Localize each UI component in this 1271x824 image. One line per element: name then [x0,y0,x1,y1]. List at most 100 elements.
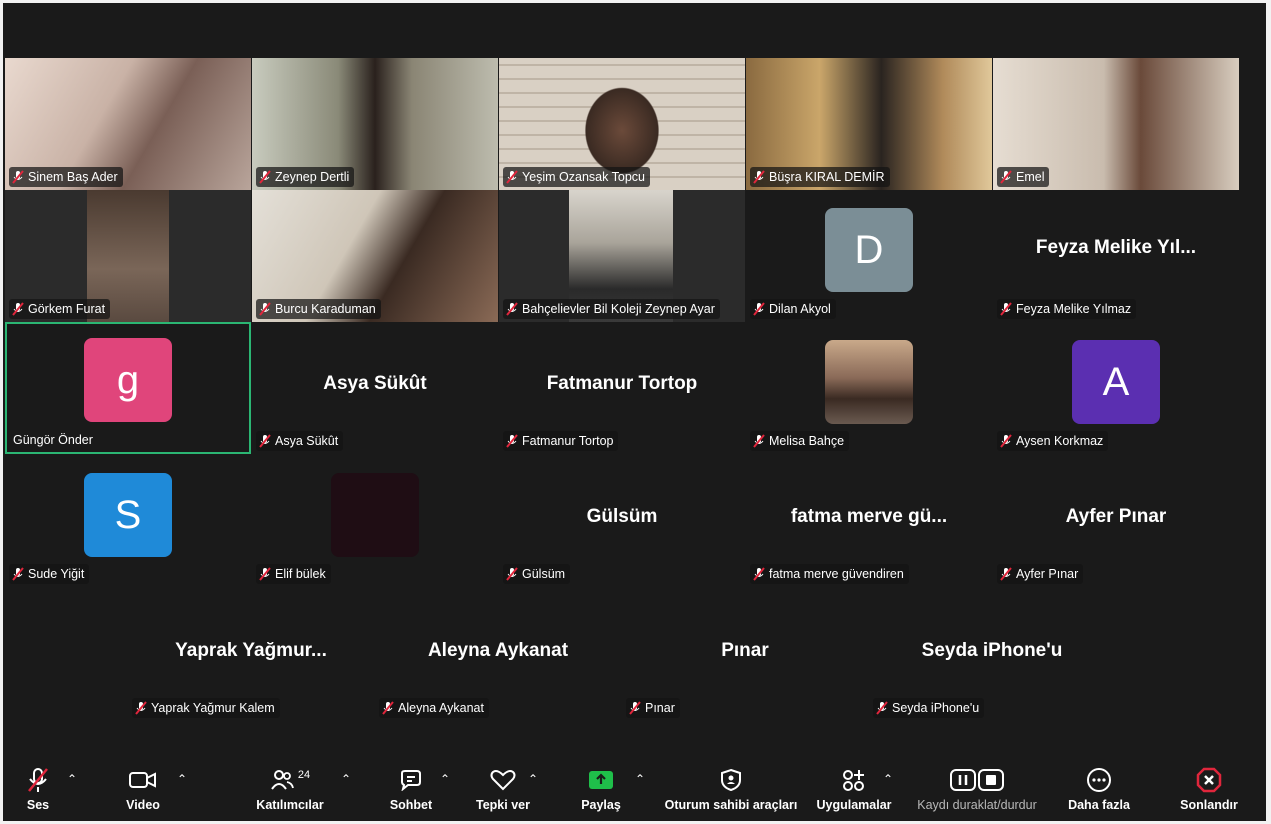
participants-label: Katılımcılar [256,798,324,812]
participant-tile[interactable]: A Aysen Korkmaz [993,322,1239,454]
participant-tile[interactable]: Büşra KIRAL DEMİR [746,58,992,190]
mic-muted-icon [629,701,641,715]
participant-display-name: Gülsüm [586,506,658,527]
host-tools-label: Oturum sahibi araçları [664,798,798,812]
meeting-window: Sinem Baş Ader Zeynep Dertli Yeşim Ozans… [3,3,1266,821]
participant-tile[interactable]: Sinem Baş Ader [5,58,251,190]
participant-name-label: Zeynep Dertli [256,167,355,187]
participant-name-label: Feyza Melike Yılmaz [997,299,1137,319]
participants-options-chevron-icon[interactable]: ⌃ [341,772,351,786]
participant-name-label: Aleyna Aykanat [379,698,489,718]
reactions-label: Tepki ver [476,798,530,812]
mic-muted-icon [12,170,24,184]
participant-name-label: Bahçelievler Bil Koleji Zeynep Ayar [503,299,720,319]
participant-tile[interactable]: Seyda iPhone'u Seyda iPhone'u [869,589,1115,721]
reactions-button[interactable]: Tepki ver [473,766,533,818]
participant-display-name: Seyda iPhone'u [921,640,1063,661]
heart-icon [490,766,516,794]
gallery-grid: Sinem Baş Ader Zeynep Dertli Yeşim Ozans… [3,3,1266,758]
mic-muted-icon [259,434,271,448]
participant-avatar: S [84,473,172,557]
participant-display-name: Pınar [721,640,769,661]
more-button[interactable]: Daha fazla [1061,766,1137,818]
participant-tile[interactable]: Bahçelievler Bil Koleji Zeynep Ayar [499,190,745,322]
meeting-toolbar: Ses ⌃ Video ⌃ 24 Katılımcılar ⌃ Sohbet ⌃ [3,758,1266,821]
more-options-icon [1086,766,1112,794]
apps-options-chevron-icon[interactable]: ⌃ [883,772,893,786]
participant-name-label: Pınar [626,698,680,718]
reactions-options-chevron-icon[interactable]: ⌃ [528,772,538,786]
mic-muted-icon [1000,567,1012,581]
shield-icon [720,766,742,794]
participant-name-label: Seyda iPhone'u [873,698,985,718]
video-options-chevron-icon[interactable]: ⌃ [177,772,187,786]
participant-display-name: Ayfer Pınar [1065,506,1167,527]
mic-muted-icon [1000,170,1012,184]
participant-name-label: Sinem Baş Ader [9,167,123,187]
chat-bubble-icon [399,766,423,794]
end-meeting-button[interactable]: Sonlandır [1171,766,1247,818]
mic-muted-icon [382,701,394,715]
participant-tile-active-speaker[interactable]: g Güngör Önder [5,322,251,454]
participant-tile[interactable]: Feyza Melike Yıl... Feyza Melike Yılmaz [993,190,1239,322]
participants-button[interactable]: 24 Katılımcılar [253,766,327,818]
participant-name-label: Büşra KIRAL DEMİR [750,167,890,187]
mic-muted-icon [506,302,518,316]
chat-button[interactable]: Sohbet [387,766,435,818]
mute-audio-button[interactable]: Ses [21,766,55,818]
participant-name-label: Yaprak Yağmur Kalem [132,698,280,718]
recording-pause-stop-button[interactable]: Kaydı duraklat/durdur [907,766,1047,818]
mic-muted-icon [506,170,518,184]
participant-tile[interactable]: Yeşim Ozansak Topcu [499,58,745,190]
participant-tile[interactable]: Emel [993,58,1239,190]
mic-muted-icon [506,567,518,581]
mic-muted-icon [1000,434,1012,448]
participant-name-label: Asya Sükût [256,431,344,451]
participant-display-name: Feyza Melike Yıl... [1035,237,1197,258]
participant-tile[interactable]: Ayfer Pınar Ayfer Pınar [993,455,1239,587]
participant-display-name: Yaprak Yağmur... [175,640,327,661]
participant-profile-photo [331,473,419,557]
participant-name-label: Ayfer Pınar [997,564,1084,584]
participant-name-label: Elif bülek [256,564,331,584]
participant-tile[interactable]: Pınar Pınar [622,589,868,721]
participant-tile[interactable]: Elif bülek [252,455,498,587]
participant-tile[interactable]: Fatmanur Tortop Fatmanur Tortop [499,322,745,454]
video-button[interactable]: Video [121,766,165,818]
mic-muted-icon [12,302,24,316]
host-tools-button[interactable]: Oturum sahibi araçları [661,766,801,818]
participant-tile[interactable]: D Dilan Akyol [746,190,992,322]
recording-label: Kaydı duraklat/durdur [917,798,1037,812]
participants-icon: 24 [270,766,310,794]
participant-tile[interactable]: Burcu Karaduman [252,190,498,322]
participant-tile[interactable]: fatma merve gü... fatma merve güvendiren [746,455,992,587]
participant-display-name: fatma merve gü... [790,506,948,527]
participant-name-label: Aysen Korkmaz [997,431,1109,451]
participant-name-label: Melisa Bahçe [750,431,850,451]
participant-tile[interactable]: Gülsüm Gülsüm [499,455,745,587]
participant-tile[interactable]: Aleyna Aykanat Aleyna Aykanat [375,589,621,721]
participant-name-label: Yeşim Ozansak Topcu [503,167,650,187]
end-meeting-label: Sonlandır [1180,798,1238,812]
share-label: Paylaş [581,798,621,812]
video-label: Video [126,798,160,812]
participant-tile[interactable]: Görkem Furat [5,190,251,322]
participant-name-label: Gülsüm [503,564,571,584]
mic-muted-icon [506,434,518,448]
participant-tile[interactable]: Yaprak Yağmur... Yaprak Yağmur Kalem [128,589,374,721]
mic-muted-icon [753,170,765,184]
mic-muted-icon [259,567,271,581]
participant-tile[interactable]: Zeynep Dertli [252,58,498,190]
participant-avatar: A [1072,340,1160,424]
chat-options-chevron-icon[interactable]: ⌃ [440,772,450,786]
participant-tile[interactable]: S Sude Yiğit [5,455,251,587]
mic-muted-icon [12,567,24,581]
share-options-chevron-icon[interactable]: ⌃ [635,772,645,786]
participant-tile[interactable]: Asya Sükût Asya Sükût [252,322,498,454]
share-screen-button[interactable]: Paylaş [579,766,623,818]
participant-avatar: D [825,208,913,292]
audio-options-chevron-icon[interactable]: ⌃ [67,772,77,786]
participant-display-name: Asya Sükût [323,373,427,394]
mic-muted-icon [753,302,765,316]
participant-tile[interactable]: Melisa Bahçe [746,322,992,454]
